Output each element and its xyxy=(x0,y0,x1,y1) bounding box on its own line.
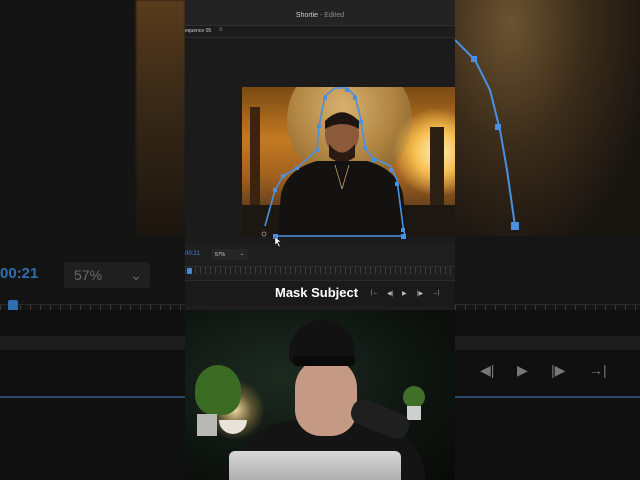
playhead-timecode[interactable]: 00:21 xyxy=(185,251,200,257)
chevron-down-icon: ⌄ xyxy=(130,267,142,283)
background-left-blurred: 00:21 57% ⌄ xyxy=(0,0,185,312)
step-forward-button[interactable]: →| xyxy=(432,290,440,296)
background-program-image xyxy=(454,0,640,236)
transport-bar: Mask Subject |← ◀| ▶ |▶ →| xyxy=(185,280,455,306)
zoom-level-dropdown[interactable]: 57% ⌄ xyxy=(211,249,248,260)
background-program-image xyxy=(136,0,185,236)
play-button[interactable]: ▶ xyxy=(402,290,407,297)
window-status: Edited xyxy=(324,12,345,19)
next-frame-icon: |▶ xyxy=(551,362,566,378)
program-monitor xyxy=(185,38,455,248)
play-icon: ▶ xyxy=(517,362,528,378)
caption-text: Mask Subject xyxy=(275,285,359,300)
subject-person xyxy=(277,112,407,237)
pot-left xyxy=(197,414,217,436)
presenter-head xyxy=(295,358,357,436)
background-mask-outline xyxy=(454,39,519,230)
laptop xyxy=(229,451,401,480)
background-zoom-dropdown: 57% ⌄ xyxy=(64,262,150,288)
background-right-blurred xyxy=(454,0,640,310)
zoom-value: 57% xyxy=(215,252,226,258)
program-image xyxy=(242,87,455,237)
background-transport: ◀| ▶ |▶ →| xyxy=(455,362,640,382)
background-timeline-right: ◀| ▶ |▶ →| xyxy=(455,310,640,480)
title-bar: Shortie - Edited xyxy=(185,0,455,26)
next-frame-button[interactable]: |▶ xyxy=(417,290,423,297)
sequence-tab[interactable]: equence 05 xyxy=(185,28,211,34)
cursor-icon xyxy=(274,236,282,248)
step-forward-icon: →| xyxy=(589,362,607,378)
pot-right xyxy=(407,406,421,420)
premiere-window: Shortie - Edited equence 05 ≡ 00:21 57% … xyxy=(185,0,455,310)
plant-left xyxy=(195,365,241,415)
video-frame: 00:21 57% ⌄ ◀| ▶ |▶ →| Shortie - Edited … xyxy=(0,0,640,480)
window-title: Shortie xyxy=(295,12,319,19)
monitor-time-ruler[interactable] xyxy=(185,266,455,274)
playhead-handle[interactable] xyxy=(187,268,192,274)
background-timecode: 00:21 xyxy=(0,265,39,282)
presenter-cap-brim xyxy=(293,356,355,366)
background-timeline-left xyxy=(0,310,185,480)
hamburger-icon[interactable]: ≡ xyxy=(219,27,223,33)
prev-frame-button[interactable]: ◀| xyxy=(387,290,393,297)
monitor-controls: 00:21 57% ⌄ xyxy=(185,247,455,263)
chevron-down-icon: ⌄ xyxy=(239,251,244,257)
sequence-tab-bar: equence 05 ≡ xyxy=(185,26,455,38)
background-zoom-value: 57% xyxy=(74,267,103,283)
step-back-button[interactable]: |← xyxy=(371,290,379,296)
plant-right xyxy=(403,386,425,408)
presenter-webcam xyxy=(185,310,455,480)
prev-frame-icon: ◀| xyxy=(480,362,495,378)
